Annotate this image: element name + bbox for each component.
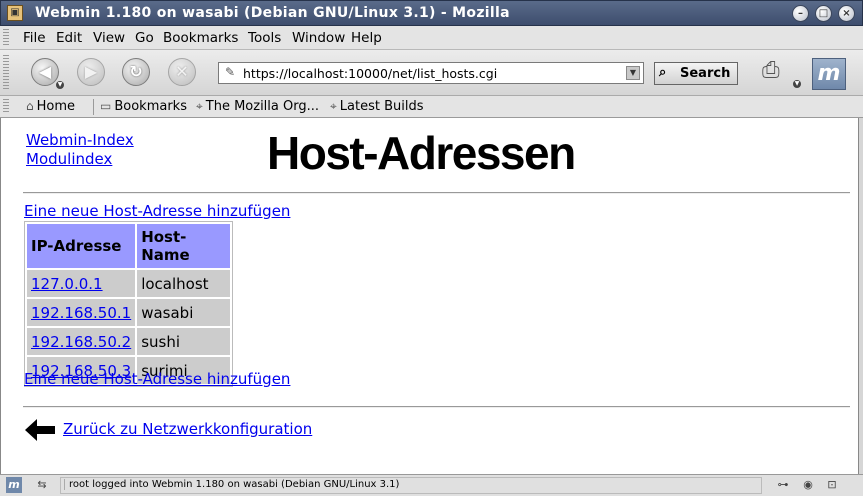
hostname-cell: wasabi: [137, 299, 231, 326]
home-label: Home: [36, 99, 76, 114]
hostname-cell: sushi: [137, 328, 231, 355]
search-button[interactable]: ⌕ Search: [654, 62, 738, 85]
table-row: 127.0.0.1 localhost: [27, 270, 231, 297]
statusbar: m ⇆ root logged into Webmin 1.180 on was…: [0, 474, 863, 496]
url-bar[interactable]: ✎ ▼: [218, 62, 644, 84]
back-dropdown-icon[interactable]: ▼: [56, 81, 64, 89]
bookmark-label: Latest Builds: [339, 99, 424, 114]
hosts-table: IP-Adresse Host-Name 127.0.0.1 localhost…: [24, 221, 234, 387]
ip-cell: 192.168.50.2: [27, 328, 136, 355]
divider: [23, 406, 850, 408]
menu-help[interactable]: Help: [351, 30, 382, 46]
menu-edit[interactable]: Edit: [56, 30, 82, 46]
divider: [23, 192, 850, 194]
table-row: 192.168.50.2 sushi: [27, 328, 231, 355]
ip-cell: 127.0.0.1: [27, 270, 136, 297]
home-button[interactable]: ⌂ Home: [26, 99, 75, 114]
home-icon: ⌂: [26, 99, 34, 113]
back-arrow-icon[interactable]: [25, 418, 55, 442]
column-header-ip: IP-Adresse: [27, 224, 136, 268]
search-icon: ⌕: [659, 65, 667, 80]
mozilla-logo-icon[interactable]: m: [812, 58, 846, 90]
navigation-toolbar: ◀ ▼ ▶ ↻ ✕ ✎ ▼ ⌕ Search ⎙ ▼ m: [0, 50, 863, 96]
url-input[interactable]: [243, 66, 613, 81]
print-dropdown-icon[interactable]: ▼: [793, 80, 801, 88]
page-proxy-icon[interactable]: ✎: [225, 65, 235, 79]
webmin-index-link[interactable]: Webmin-Index: [26, 131, 134, 149]
forward-icon[interactable]: ▶: [77, 58, 105, 86]
stop-icon[interactable]: ✕: [168, 58, 196, 86]
toolbar-separator: [93, 99, 94, 115]
reload-icon[interactable]: ↻: [122, 58, 150, 86]
toolbar-grip[interactable]: [3, 29, 9, 46]
menu-bookmarks[interactable]: Bookmarks: [163, 30, 238, 46]
close-icon[interactable]: ×: [838, 5, 855, 22]
menu-file[interactable]: File: [23, 30, 46, 46]
print-icon[interactable]: ⎙: [762, 58, 788, 84]
mozilla-status-icon[interactable]: m: [6, 477, 22, 493]
back-to-network-config-link[interactable]: Zurück zu Netzwerkkonfiguration: [63, 420, 312, 438]
bookmark-mozilla-org[interactable]: ⌖ The Mozilla Org...: [196, 99, 319, 114]
column-header-hostname: Host-Name: [137, 224, 231, 268]
menu-view[interactable]: View: [93, 30, 125, 46]
hostname-cell: localhost: [137, 270, 231, 297]
personal-toolbar: ⌂ Home ▭ Bookmarks ⌖ The Mozilla Org... ⌖ La…: [0, 96, 863, 118]
cookie-icon[interactable]: ◉: [800, 477, 816, 493]
menu-tools[interactable]: Tools: [248, 30, 281, 46]
add-host-link-bottom[interactable]: Eine neue Host-Adresse hinzufügen: [24, 370, 290, 388]
mozilla-app-icon[interactable]: ▣: [7, 5, 23, 21]
toolbar-grip[interactable]: [3, 99, 9, 114]
table-header-row: IP-Adresse Host-Name: [27, 224, 231, 268]
ip-link[interactable]: 192.168.50.2: [31, 333, 131, 351]
url-history-dropdown-icon[interactable]: ▼: [626, 66, 640, 80]
toolbar-grip[interactable]: [3, 55, 9, 91]
folder-icon: ▭: [100, 99, 112, 113]
window-title: Webmin 1.180 on wasabi (Debian GNU/Linux…: [35, 5, 510, 21]
ip-cell: 192.168.50.1: [27, 299, 136, 326]
bookmark-label: The Mozilla Org...: [205, 99, 320, 114]
bookmark-latest-builds[interactable]: ⌖ Latest Builds: [330, 99, 423, 114]
ip-link[interactable]: 192.168.50.1: [31, 304, 131, 322]
window-edge: [859, 118, 863, 474]
page-title: Host-Adressen: [267, 127, 576, 179]
menu-go[interactable]: Go: [135, 30, 154, 46]
menu-window[interactable]: Window: [292, 30, 345, 46]
status-text: root logged into Webmin 1.180 on wasabi …: [64, 479, 399, 490]
bookmarks-label: Bookmarks: [114, 99, 187, 114]
lock-icon[interactable]: ⊡: [824, 477, 840, 493]
bookmark-icon: ⌖: [196, 99, 203, 113]
maximize-icon[interactable]: □: [815, 5, 832, 22]
bookmarks-button[interactable]: ▭ Bookmarks: [100, 99, 187, 114]
search-button-label: Search: [680, 66, 731, 81]
module-index-link[interactable]: Modulindex: [26, 150, 112, 168]
window-titlebar: ▣ Webmin 1.180 on wasabi (Debian GNU/Lin…: [0, 0, 863, 26]
page-content: Webmin-Index Modulindex Host-Adressen Ei…: [0, 118, 859, 474]
menubar: File Edit View Go Bookmarks Tools Window…: [0, 26, 863, 50]
back-icon[interactable]: ◀: [31, 58, 59, 86]
offline-icon[interactable]: ⇆: [34, 477, 50, 493]
table-row: 192.168.50.1 wasabi: [27, 299, 231, 326]
add-host-link-top[interactable]: Eine neue Host-Adresse hinzufügen: [24, 202, 290, 220]
connection-icon: ⊶: [777, 478, 789, 491]
bookmark-icon: ⌖: [330, 99, 337, 113]
minimize-icon[interactable]: –: [792, 5, 809, 22]
ip-link[interactable]: 127.0.0.1: [31, 275, 103, 293]
